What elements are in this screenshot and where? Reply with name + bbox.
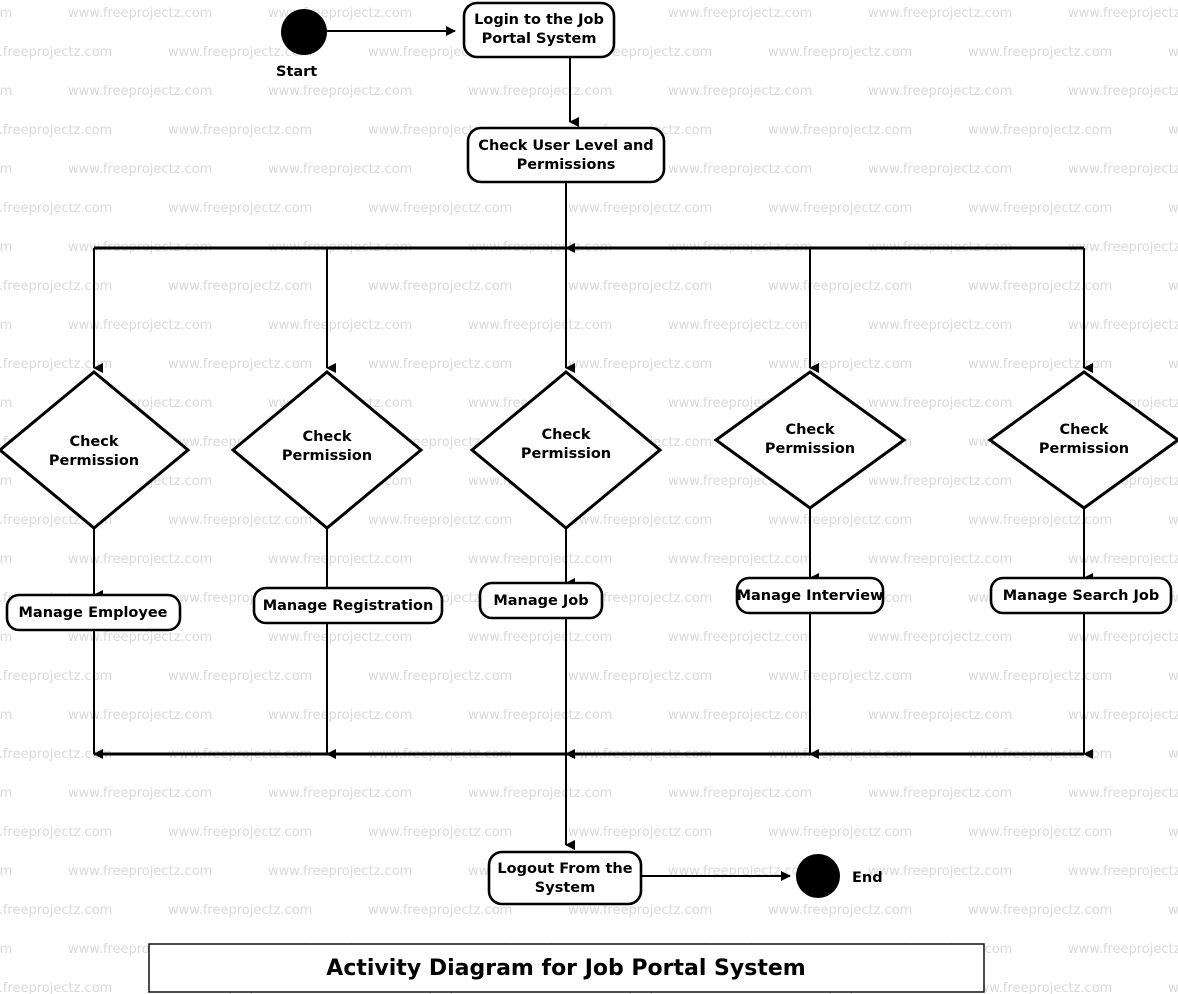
activity-manage-job-label: Manage Job: [493, 593, 588, 609]
activity-manage-registration-label: Manage Registration: [263, 598, 434, 614]
activity-logout-line2: System: [535, 880, 595, 896]
end-node: [796, 854, 840, 898]
decision-2: Check Permission: [230, 370, 424, 530]
decision-1-line2: Permission: [49, 453, 139, 469]
activity-manage-search-job: Manage Search Job: [989, 576, 1173, 615]
activity-login-line1: Login to the Job: [474, 12, 604, 28]
decision-2-line2: Permission: [282, 448, 372, 464]
decision-4-line2: Permission: [765, 441, 855, 457]
activity-logout-line1: Logout From the: [497, 861, 632, 877]
decision-5: Check Permission: [987, 370, 1178, 510]
activity-check-user-level: [466, 126, 666, 184]
activity-check-user-level-line2: Permissions: [517, 157, 616, 173]
start-label: Start: [276, 64, 317, 80]
decision-4: Check Permission: [713, 370, 907, 510]
end-label: End: [852, 870, 883, 886]
decision-3-line2: Permission: [521, 446, 611, 462]
activity-check-user-level-line1: Check User Level and: [478, 138, 653, 154]
activity-manage-interview: Manage Interview: [735, 576, 885, 615]
activity-manage-employee-label: Manage Employee: [18, 605, 167, 621]
activity-logout: [487, 850, 643, 906]
activity-login-line2: Portal System: [482, 31, 597, 47]
decision-4-line1: Check: [785, 422, 834, 438]
decision-5-line2: Permission: [1039, 441, 1129, 457]
decision-1-line1: Check: [69, 434, 118, 450]
activity-manage-employee: Manage Employee: [5, 593, 182, 632]
decision-2-line1: Check: [302, 429, 351, 445]
activity-manage-search-job-label: Manage Search Job: [1003, 588, 1160, 604]
activity-diagram-canvas: www.freeprojectz.comwww.freeprojectz.com…: [0, 0, 1178, 994]
decision-3-line1: Check: [541, 427, 590, 443]
decision-3: Check Permission: [469, 370, 663, 530]
start-node: [281, 9, 327, 55]
decision-1: Check Permission: [0, 370, 191, 530]
activity-manage-interview-label: Manage Interview: [737, 588, 884, 604]
activity-manage-registration: Manage Registration: [252, 586, 444, 625]
decision-5-line1: Check: [1059, 422, 1108, 438]
diagram-caption: Activity Diagram for Job Portal System: [326, 956, 805, 981]
activity-manage-job: Manage Job: [478, 581, 604, 620]
diagram-layer: Start Login to the Job Portal System Che…: [0, 1, 1178, 993]
